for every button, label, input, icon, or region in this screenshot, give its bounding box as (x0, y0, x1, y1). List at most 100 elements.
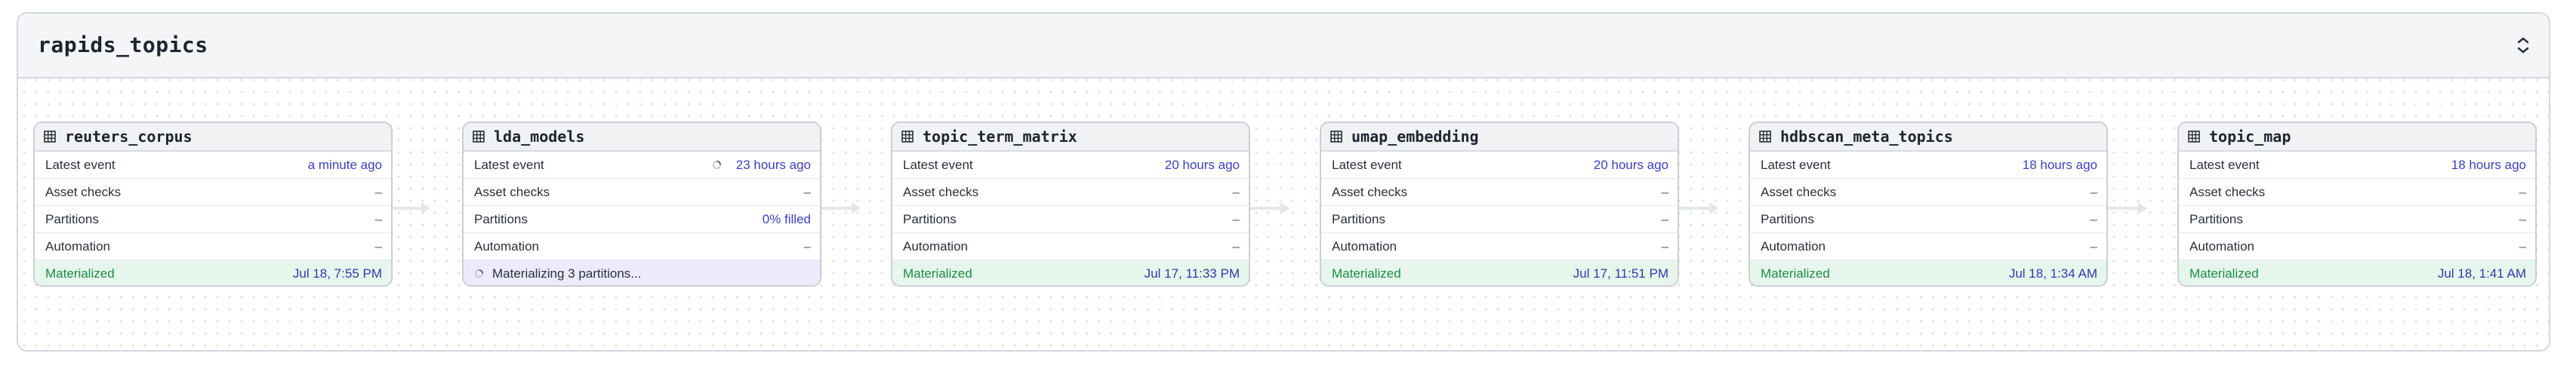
asset-checks-value: – (803, 185, 811, 199)
status-row: Materialized Jul 17, 11:51 PM (1321, 260, 1678, 285)
status-label: Materialized (903, 266, 972, 281)
automation-label: Automation (1332, 239, 1397, 254)
spinner-icon (712, 160, 722, 170)
automation-value: – (374, 239, 382, 254)
latest-event-row: Latest event a minute ago (35, 152, 391, 179)
asset-card-header[interactable]: hdbscan_meta_topics (1750, 123, 2106, 152)
partitions-value[interactable]: 0% filled (763, 212, 811, 227)
status-time[interactable]: Jul 18, 7:55 PM (293, 266, 382, 281)
latest-event-value[interactable]: 20 hours ago (1165, 158, 1240, 173)
latest-event-value[interactable]: 18 hours ago (2023, 158, 2097, 173)
partitions-row: Partitions – (2179, 206, 2535, 233)
partitions-label: Partitions (474, 212, 528, 226)
partitions-row: Partitions – (892, 206, 1249, 233)
asset-checks-row: Asset checks – (1321, 179, 1678, 206)
latest-event-label: Latest event (1761, 158, 1831, 172)
automation-row: Automation – (35, 233, 391, 260)
status-time[interactable]: Jul 17, 11:33 PM (1145, 266, 1240, 281)
asset-group: rapids_topics (17, 12, 2550, 352)
partitions-value: – (2519, 212, 2526, 226)
table-icon (1759, 131, 1771, 143)
latest-event-row: Latest event 20 hours ago (892, 152, 1249, 179)
partitions-row: Partitions – (1321, 206, 1678, 233)
automation-value: – (2519, 239, 2526, 254)
asset-checks-label: Asset checks (1761, 185, 1837, 199)
asset-card-hdbscan-meta-topics[interactable]: hdbscan_meta_topics Latest event 18 hour… (1749, 121, 2108, 287)
asset-checks-value: – (1232, 185, 1240, 199)
asset-checks-label: Asset checks (903, 185, 979, 199)
group-header: rapids_topics (18, 14, 2549, 78)
dependency-edge (821, 207, 853, 210)
edge-arrowhead (1280, 202, 1290, 214)
asset-checks-value: – (2519, 185, 2526, 199)
status-row: Materialized Jul 18, 1:34 AM (1750, 260, 2106, 285)
asset-card-topic-term-matrix[interactable]: topic_term_matrix Latest event 20 hours … (891, 121, 1250, 287)
asset-card-topic-map[interactable]: topic_map Latest event 18 hours ago Asse… (2177, 121, 2537, 287)
latest-event-value[interactable]: a minute ago (308, 158, 382, 173)
asset-card-lda-models[interactable]: lda_models Latest event 23 hours ago Ass… (462, 121, 821, 287)
latest-event-label: Latest event (1332, 158, 1402, 172)
latest-event-value[interactable]: 20 hours ago (1594, 158, 1669, 173)
status-label[interactable]: Materializing 3 partitions... (492, 266, 641, 281)
automation-label: Automation (474, 239, 539, 254)
asset-card-header[interactable]: topic_map (2179, 123, 2535, 152)
asset-card-header[interactable]: lda_models (464, 123, 820, 152)
dependency-edge (1250, 207, 1282, 210)
partitions-row: Partitions 0% filled (464, 206, 820, 233)
asset-card-header[interactable]: topic_term_matrix (892, 123, 1249, 152)
edge-arrowhead (2138, 202, 2147, 214)
automation-row: Automation – (1750, 233, 2106, 260)
asset-name[interactable]: topic_map (2209, 128, 2291, 146)
status-label: Materialized (1761, 266, 1830, 281)
table-icon (1330, 131, 1342, 143)
automation-value: – (2090, 239, 2097, 254)
asset-card-header[interactable]: reuters_corpus (35, 123, 391, 152)
asset-checks-value: – (1661, 185, 1669, 199)
latest-event-value[interactable]: 23 hours ago (736, 158, 811, 173)
edge-arrowhead (852, 202, 861, 214)
asset-checks-row: Asset checks – (1750, 179, 2106, 206)
asset-checks-row: Asset checks – (35, 179, 391, 206)
asset-checks-label: Asset checks (45, 185, 122, 199)
partitions-value: – (374, 212, 382, 226)
table-icon (44, 131, 56, 143)
asset-checks-label: Asset checks (2189, 185, 2266, 199)
asset-name[interactable]: reuters_corpus (65, 128, 193, 146)
collapse-chevrons-icon[interactable] (2514, 35, 2532, 56)
latest-event-label: Latest event (903, 158, 973, 172)
status-row: Materialized Jul 17, 11:33 PM (892, 260, 1249, 285)
table-icon (473, 131, 485, 143)
status-label: Materialized (2189, 266, 2259, 281)
partitions-row: Partitions – (1750, 206, 2106, 233)
latest-event-value[interactable]: 18 hours ago (2451, 158, 2526, 173)
asset-name[interactable]: umap_embedding (1351, 128, 1479, 146)
partitions-label: Partitions (903, 212, 957, 226)
table-icon (901, 131, 914, 143)
status-time[interactable]: Jul 18, 1:41 AM (2438, 266, 2526, 281)
dependency-edge (2108, 207, 2140, 210)
edge-arrowhead (421, 202, 430, 214)
asset-card-reuters-corpus[interactable]: reuters_corpus Latest event a minute ago… (33, 121, 393, 287)
partitions-value: – (2090, 212, 2097, 226)
latest-event-label: Latest event (45, 158, 116, 172)
status-time[interactable]: Jul 18, 1:34 AM (2009, 266, 2097, 281)
status-row: Materialized Jul 18, 7:55 PM (35, 260, 391, 285)
status-row: Materializing 3 partitions... (464, 260, 820, 285)
status-time[interactable]: Jul 17, 11:51 PM (1573, 266, 1669, 281)
spinner-icon (474, 269, 484, 278)
asset-checks-row: Asset checks – (892, 179, 1249, 206)
asset-card-umap-embedding[interactable]: umap_embedding Latest event 20 hours ago… (1320, 121, 1679, 287)
partitions-label: Partitions (2189, 212, 2243, 226)
asset-name[interactable]: topic_term_matrix (923, 128, 1077, 146)
partitions-label: Partitions (45, 212, 99, 226)
automation-row: Automation – (1321, 233, 1678, 260)
status-row: Materialized Jul 18, 1:41 AM (2179, 260, 2535, 285)
status-label: Materialized (45, 266, 115, 281)
partitions-row: Partitions – (35, 206, 391, 233)
asset-card-header[interactable]: umap_embedding (1321, 123, 1678, 152)
dependency-edge (393, 207, 423, 210)
asset-checks-value: – (374, 185, 382, 199)
asset-name[interactable]: hdbscan_meta_topics (1780, 128, 1953, 146)
automation-value: – (1661, 239, 1669, 254)
asset-name[interactable]: lda_models (494, 128, 584, 146)
